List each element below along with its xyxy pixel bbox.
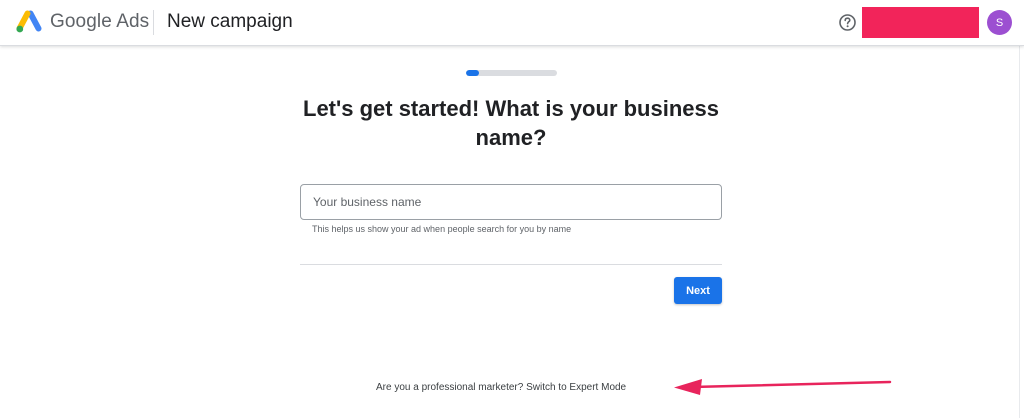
expert-mode-prompt: Are you a professional marketer? Switch … — [376, 382, 626, 393]
switch-to-expert-mode-link[interactable]: Switch to Expert Mode — [526, 382, 626, 393]
input-helper-text: This helps us show your ad when people s… — [312, 224, 572, 234]
account-avatar[interactable]: S — [987, 10, 1012, 35]
top-app-bar: Google Ads New campaign S — [0, 0, 1024, 46]
progress-fill — [466, 70, 479, 76]
expert-mode-question: Are you a professional marketer? — [376, 382, 524, 393]
header-divider — [153, 10, 154, 35]
help-icon[interactable] — [838, 13, 857, 32]
page-title: New campaign — [167, 11, 293, 32]
brand-name: Google Ads — [50, 11, 150, 32]
annotation-arrow-icon — [674, 379, 892, 395]
google-ads-logo[interactable] — [16, 10, 42, 34]
app-window: Google Ads New campaign S Let's get star… — [0, 0, 1024, 418]
progress-bar — [466, 70, 557, 76]
business-name-input[interactable] — [300, 184, 722, 220]
redacted-account-info — [862, 7, 979, 38]
step-heading: Let's get started! What is your business… — [303, 96, 719, 150]
avatar-initial: S — [995, 16, 1004, 29]
content-edge — [1019, 46, 1020, 418]
next-button[interactable]: Next — [674, 277, 722, 304]
section-divider — [300, 264, 722, 265]
